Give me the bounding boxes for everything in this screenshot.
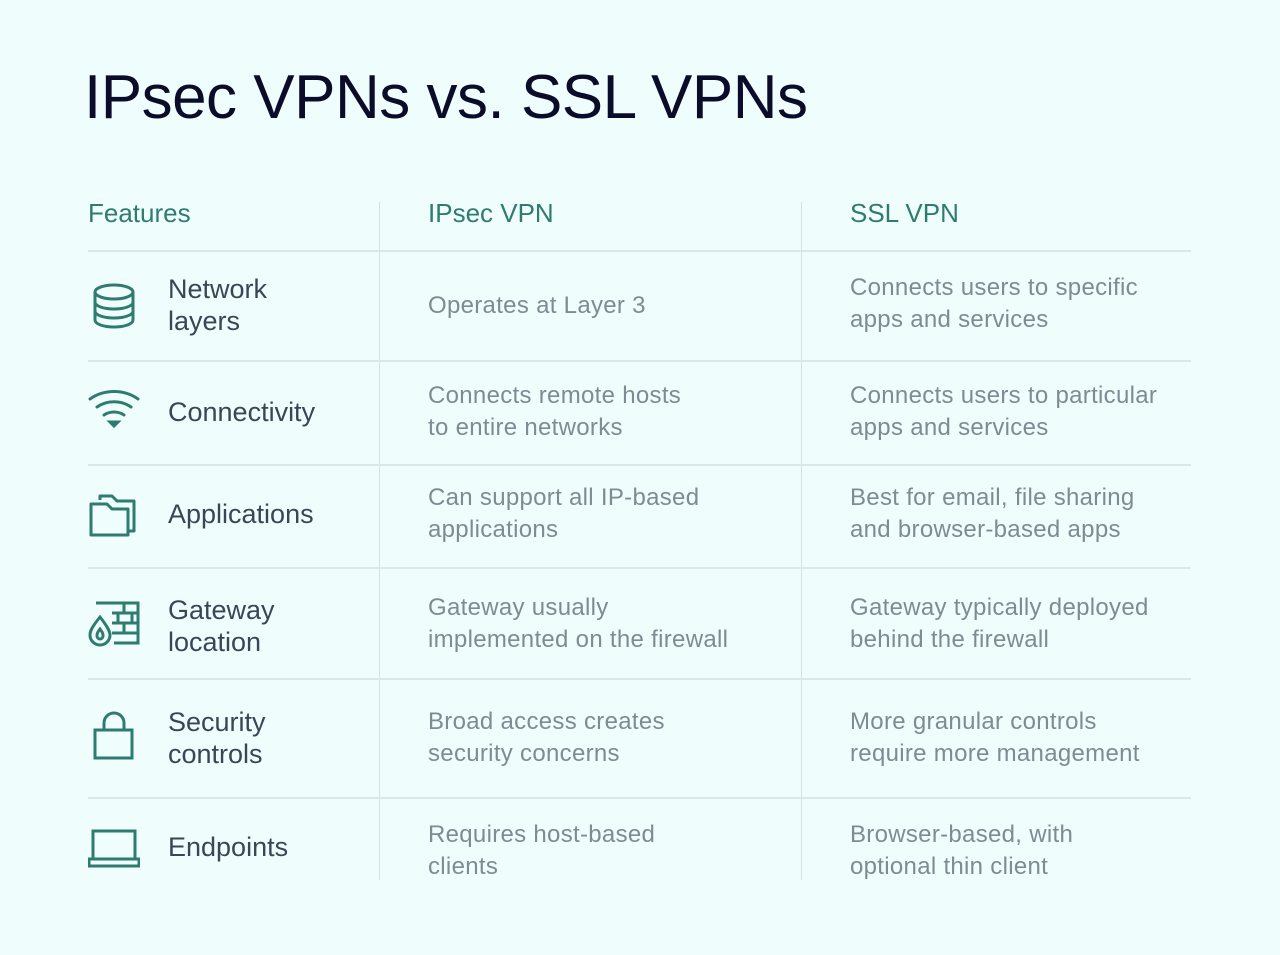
database-icon [88,280,140,332]
ssl-cell: Best for email, file sharing and browser… [850,482,1200,546]
wifi-icon [88,384,140,436]
cell-line: Can support all IP-based [428,484,700,511]
ssl-cell: More granular controls require more mana… [850,706,1200,770]
firewall-icon [88,597,140,649]
cell-line: security concerns [428,740,620,767]
feature-label: Security controls [168,706,266,770]
table-row: Network layers Operates at Layer 3 Conne… [88,250,1191,360]
cell-line: optional thin client [850,853,1049,880]
ssl-cell: Browser-based, with optional thin client [850,819,1200,883]
feature-label: Endpoints [168,831,288,863]
cell-line: implemented on the firewall [428,626,729,653]
cell-line: and browser-based apps [850,516,1121,543]
lock-icon [88,710,140,762]
feature-label-line: Applications [168,499,314,529]
cell-line: Connects users to particular [850,382,1158,409]
ssl-cell: Gateway typically deployed behind the fi… [850,592,1200,656]
ipsec-cell: Requires host-based clients [428,819,788,883]
ipsec-cell: Connects remote hosts to entire networks [428,380,788,444]
table-row: Applications Can support all IP-based ap… [88,464,1191,567]
feature-label-line: Endpoints [168,832,289,862]
feature-label-line: Connectivity [168,397,316,427]
cell-line: require more management [850,740,1140,767]
feature-label-line: Security [168,707,266,737]
feature-label-line: location [168,627,262,657]
ipsec-cell: Can support all IP-based applications [428,482,788,546]
cell-line: Connects remote hosts [428,382,682,409]
feature-label-line: controls [168,739,263,769]
feature-label: Connectivity [168,396,315,428]
cell-line: Best for email, file sharing [850,484,1135,511]
cell-line: Gateway usually [428,594,609,621]
cell-line: Connects users to specific [850,274,1138,301]
table-row: Connectivity Connects remote hosts to en… [88,360,1191,464]
ipsec-cell: Operates at Layer 3 [428,290,788,322]
table-row: Endpoints Requires host-based clients Br… [87,797,1191,887]
header-ipsec-vpn: IPsec VPN [428,198,554,228]
ssl-cell: Connects users to specific apps and serv… [850,272,1200,336]
cell-line: apps and services [850,414,1049,441]
cell-line: applications [428,516,559,543]
cell-line: behind the firewall [850,626,1050,653]
feature-label: Applications [168,498,314,530]
feature-label: Gateway location [168,594,275,658]
feature-label-line: Network [168,274,268,304]
cell-line: Operates at Layer 3 [428,292,646,319]
cell-line: to entire networks [428,414,623,441]
feature-label-line: layers [168,306,241,336]
cell-line: More granular controls [850,708,1097,735]
table-row: Security controls Broad access creates s… [88,678,1191,797]
folders-icon [88,490,140,542]
header-features: Features [88,198,191,228]
table-row: Gateway location Gateway usually impleme… [88,567,1191,678]
cell-line: Browser-based, with [850,821,1074,848]
ssl-cell: Connects users to particular apps and se… [850,380,1200,444]
ipsec-cell: Gateway usually implemented on the firew… [428,592,788,656]
laptop-icon [87,821,141,873]
cell-line: apps and services [850,306,1049,333]
page-title: IPsec VPNs vs. SSL VPNs [84,63,808,132]
cell-line: Gateway typically deployed [850,594,1149,621]
feature-label-line: Gateway [168,595,275,625]
ipsec-cell: Broad access creates security concerns [428,706,788,770]
header-ssl-vpn: SSL VPN [850,198,959,228]
cell-line: Broad access creates [428,708,665,735]
feature-label: Network layers [168,273,267,337]
cell-line: clients [428,853,499,880]
cell-line: Requires host-based [428,821,656,848]
